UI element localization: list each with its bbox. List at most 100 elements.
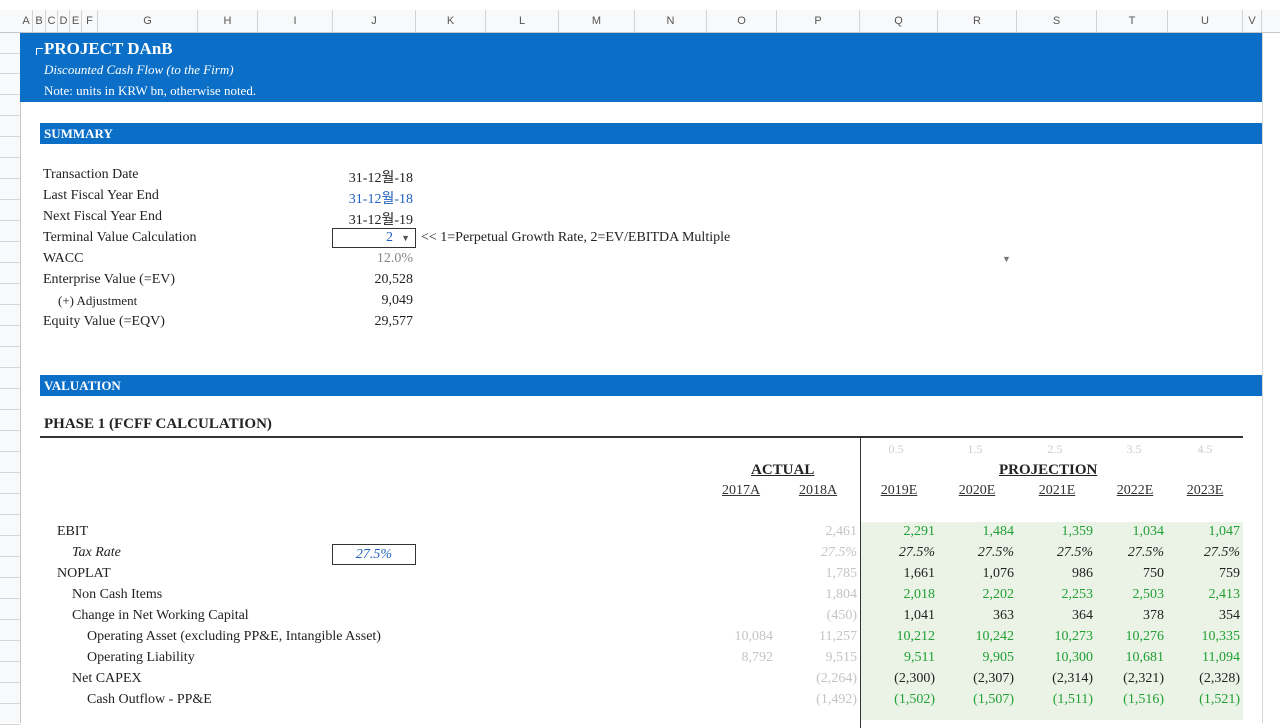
chevron-down-icon[interactable]: ▼ xyxy=(401,229,410,247)
projection-cell[interactable]: 364 xyxy=(1021,608,1093,624)
summary-value[interactable]: 20,528 xyxy=(300,272,414,288)
year-header[interactable]: 2020E xyxy=(947,483,1007,499)
column-header-n[interactable]: N xyxy=(635,10,707,32)
projection-cell[interactable]: (1,507) xyxy=(942,692,1014,708)
column-header-g[interactable]: G xyxy=(98,10,198,32)
row-header[interactable] xyxy=(0,368,20,389)
row-header[interactable] xyxy=(0,284,20,305)
row-header[interactable] xyxy=(0,137,20,158)
projection-cell[interactable]: 2,253 xyxy=(1021,587,1094,603)
discount-period-cell[interactable]: 0.5 xyxy=(866,442,926,457)
actual-2018-cell[interactable]: 1,804 xyxy=(785,587,858,603)
projection-cell[interactable]: (2,328) xyxy=(1168,671,1240,687)
row-header[interactable] xyxy=(0,452,20,473)
tax-rate-projection-cell[interactable]: 27.5% xyxy=(1168,545,1240,561)
projection-cell[interactable]: 1,661 xyxy=(863,566,936,582)
projection-cell[interactable]: (2,300) xyxy=(863,671,935,687)
projection-cell[interactable]: 10,242 xyxy=(942,629,1015,645)
projection-cell[interactable]: 1,041 xyxy=(863,608,936,624)
actual-2017-cell[interactable]: 10,084 xyxy=(701,629,774,645)
row-header[interactable] xyxy=(0,704,20,725)
year-header[interactable]: 2021E xyxy=(1027,483,1087,499)
row-header[interactable] xyxy=(0,494,20,515)
projection-cell[interactable]: 10,273 xyxy=(1021,629,1094,645)
summary-value[interactable]: 12.0% xyxy=(300,251,413,267)
actual-2018-cell[interactable]: 9,515 xyxy=(785,650,858,666)
projection-cell[interactable]: (1,511) xyxy=(1021,692,1093,708)
row-header[interactable] xyxy=(0,557,20,578)
column-header-t[interactable]: T xyxy=(1097,10,1168,32)
discount-period-cell[interactable]: 1.5 xyxy=(945,442,1005,457)
row-header[interactable] xyxy=(0,116,20,137)
projection-cell[interactable]: (1,502) xyxy=(863,692,935,708)
row-header[interactable] xyxy=(0,263,20,284)
year-header[interactable]: 2017A xyxy=(711,483,771,499)
row-header[interactable] xyxy=(0,599,20,620)
title-banner[interactable]: PROJECT DAnB Discounted Cash Flow (to th… xyxy=(20,33,1262,102)
row-header[interactable] xyxy=(0,347,20,368)
summary-value[interactable]: 29,577 xyxy=(300,314,414,330)
row-header[interactable] xyxy=(0,305,20,326)
column-header-u[interactable]: U xyxy=(1168,10,1243,32)
row-header[interactable] xyxy=(0,641,20,662)
actual-2017-cell[interactable]: 8,792 xyxy=(701,650,774,666)
projection-cell[interactable]: (2,321) xyxy=(1092,671,1164,687)
row-header[interactable] xyxy=(0,158,20,179)
column-header-a[interactable]: A xyxy=(20,10,33,32)
year-header[interactable]: 2023E xyxy=(1175,483,1235,499)
column-header-p[interactable]: P xyxy=(777,10,860,32)
projection-cell[interactable]: 2,018 xyxy=(863,587,936,603)
projection-cell[interactable]: 750 xyxy=(1092,566,1164,582)
projection-cell[interactable]: 363 xyxy=(942,608,1014,624)
summary-value[interactable]: 31-12월-18 xyxy=(300,167,413,187)
row-header[interactable] xyxy=(0,200,20,221)
tax-rate-projection-cell[interactable]: 27.5% xyxy=(1092,545,1164,561)
row-header[interactable] xyxy=(0,578,20,599)
row-header[interactable] xyxy=(0,326,20,347)
column-header-f[interactable]: F xyxy=(82,10,98,32)
column-header-d[interactable]: D xyxy=(58,10,70,32)
column-header-i[interactable]: I xyxy=(258,10,333,32)
tax-rate-projection-cell[interactable]: 27.5% xyxy=(942,545,1014,561)
row-header[interactable] xyxy=(0,389,20,410)
row-header[interactable] xyxy=(0,74,20,95)
projection-cell[interactable]: 10,300 xyxy=(1021,650,1094,666)
projection-cell[interactable]: 9,905 xyxy=(942,650,1015,666)
column-header-q[interactable]: Q xyxy=(860,10,938,32)
actual-2018-cell[interactable]: 27.5% xyxy=(785,545,857,561)
actual-2018-cell[interactable]: (450) xyxy=(785,608,857,624)
projection-cell[interactable]: 1,076 xyxy=(942,566,1015,582)
summary-value[interactable]: 9,049 xyxy=(300,293,414,309)
projection-cell[interactable]: 10,335 xyxy=(1168,629,1241,645)
column-header-r[interactable]: R xyxy=(938,10,1017,32)
discount-period-cell[interactable]: 2.5 xyxy=(1025,442,1085,457)
projection-cell[interactable]: (1,521) xyxy=(1168,692,1240,708)
row-header[interactable] xyxy=(0,515,20,536)
tax-rate-projection-cell[interactable]: 27.5% xyxy=(863,545,935,561)
actual-2018-cell[interactable]: 1,785 xyxy=(785,566,858,582)
column-header-c[interactable]: C xyxy=(46,10,58,32)
summary-value[interactable]: 31-12월-19 xyxy=(300,209,413,229)
projection-cell[interactable]: 986 xyxy=(1021,566,1093,582)
column-header-s[interactable]: S xyxy=(1017,10,1097,32)
row-header[interactable] xyxy=(0,33,20,54)
column-header-e[interactable]: E xyxy=(70,10,82,32)
column-header-k[interactable]: K xyxy=(416,10,486,32)
valuation-header[interactable]: VALUATION xyxy=(40,375,1262,396)
projection-cell[interactable]: 2,413 xyxy=(1168,587,1241,603)
projection-cell[interactable]: (2,307) xyxy=(942,671,1014,687)
column-header-l[interactable]: L xyxy=(486,10,559,32)
actual-2018-cell[interactable]: 11,257 xyxy=(785,629,857,645)
projection-cell[interactable]: 2,202 xyxy=(942,587,1015,603)
row-header[interactable] xyxy=(0,221,20,242)
row-header[interactable] xyxy=(0,536,20,557)
actual-2018-cell[interactable]: 2,461 xyxy=(785,524,858,540)
row-header[interactable] xyxy=(0,179,20,200)
column-header-m[interactable]: M xyxy=(559,10,635,32)
column-header-h[interactable]: H xyxy=(198,10,258,32)
row-header[interactable] xyxy=(0,662,20,683)
projection-cell[interactable]: 759 xyxy=(1168,566,1240,582)
projection-cell[interactable]: 354 xyxy=(1168,608,1240,624)
actual-2018-cell[interactable]: (2,264) xyxy=(785,671,857,687)
discount-period-cell[interactable]: 3.5 xyxy=(1104,442,1164,457)
